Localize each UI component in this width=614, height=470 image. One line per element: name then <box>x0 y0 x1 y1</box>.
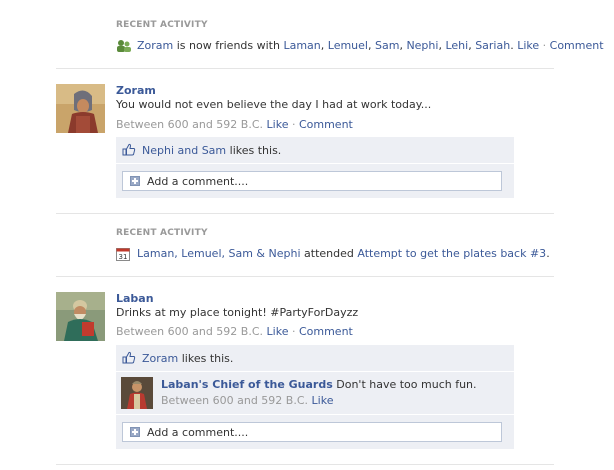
friend-actor-link[interactable]: Zoram <box>137 39 173 52</box>
post-meta: Between 600 and 592 B.C. Like · Comment <box>116 118 353 131</box>
likes-text: likes this. <box>226 144 282 157</box>
recent-activity-label: RECENT ACTIVITY <box>116 228 208 238</box>
likes-row: Nephi and Sam likes this. <box>116 137 514 164</box>
avatar[interactable] <box>56 84 105 133</box>
comment-input[interactable]: Add a comment.... <box>122 171 502 191</box>
comment-link[interactable]: Comment <box>299 325 353 338</box>
attended-text: attended <box>300 247 358 260</box>
divider <box>56 68 554 69</box>
comment-item: Laban's Chief of the Guards Don't have t… <box>116 372 514 415</box>
friend-link-nephi[interactable]: Nephi <box>406 39 438 52</box>
like-link[interactable]: Like <box>267 118 289 131</box>
timestamp: Between 600 and 592 B.C. <box>161 394 309 407</box>
divider <box>56 213 554 214</box>
likers-link[interactable]: Zoram <box>142 352 178 365</box>
recent-activity-label: RECENT ACTIVITY <box>116 20 208 30</box>
attendees-link[interactable]: Laman, Lemuel, Sam & Nephi <box>137 247 301 260</box>
like-link[interactable]: Like <box>517 39 539 52</box>
divider <box>56 464 554 465</box>
add-comment-icon <box>130 176 140 186</box>
comment-text: Don't have too much fun. <box>332 378 477 391</box>
likes-row: Zoram likes this. <box>116 345 514 372</box>
calendar-day: 31 <box>119 253 128 261</box>
author-link[interactable]: Laban <box>116 292 154 305</box>
comment-input[interactable]: Add a comment.... <box>122 422 502 442</box>
post-author[interactable]: Laban <box>116 292 154 305</box>
likers-link[interactable]: Nephi and Sam <box>142 144 226 157</box>
thumbs-up-icon <box>122 351 136 364</box>
calendar-icon: 31 <box>116 248 130 261</box>
post-message: Drinks at my place tonight! #PartyForDay… <box>116 306 359 319</box>
period: . <box>546 247 550 260</box>
post-message: You would not even believe the day I had… <box>116 98 432 111</box>
timestamp: Between 600 and 592 B.C. <box>116 118 264 131</box>
friends-text: is now friends with <box>173 39 284 52</box>
comment-placeholder: Add a comment.... <box>147 175 249 188</box>
comment-author-link[interactable]: Laban's Chief of the Guards <box>161 378 333 391</box>
thumbs-up-icon <box>122 143 136 156</box>
friend-link-sariah[interactable]: Sariah <box>475 39 510 52</box>
guard-avatar-image <box>121 377 153 409</box>
timestamp: Between 600 and 592 B.C. <box>116 325 264 338</box>
zoram-avatar-image <box>56 84 105 133</box>
event-link[interactable]: Attempt to get the plates back #3 <box>357 247 546 260</box>
friend-link-lemuel[interactable]: Lemuel <box>328 39 368 52</box>
divider <box>56 276 554 277</box>
avatar[interactable] <box>121 377 153 409</box>
author-link[interactable]: Zoram <box>116 84 156 97</box>
post-meta: Between 600 and 592 B.C. Like · Comment <box>116 325 353 338</box>
friend-link-lehi[interactable]: Lehi <box>445 39 468 52</box>
like-link[interactable]: Like <box>312 394 334 407</box>
comment-placeholder: Add a comment.... <box>147 426 249 439</box>
friend-link-sam[interactable]: Sam <box>375 39 399 52</box>
post-author[interactable]: Zoram <box>116 84 156 97</box>
add-comment-icon <box>130 427 140 437</box>
likes-text: likes this. <box>178 352 234 365</box>
feedback-box: Zoram likes this. Laban's Chief of the G… <box>116 345 514 449</box>
feedback-box: Nephi and Sam likes this. Add a comment.… <box>116 137 514 198</box>
comment-link[interactable]: Comment <box>550 39 604 52</box>
comment-link[interactable]: Comment <box>299 118 353 131</box>
friends-icon <box>117 40 131 52</box>
like-link[interactable]: Like <box>267 325 289 338</box>
avatar[interactable] <box>56 292 105 341</box>
laban-avatar-image <box>56 292 105 341</box>
friend-link-laman[interactable]: Laman <box>283 39 320 52</box>
